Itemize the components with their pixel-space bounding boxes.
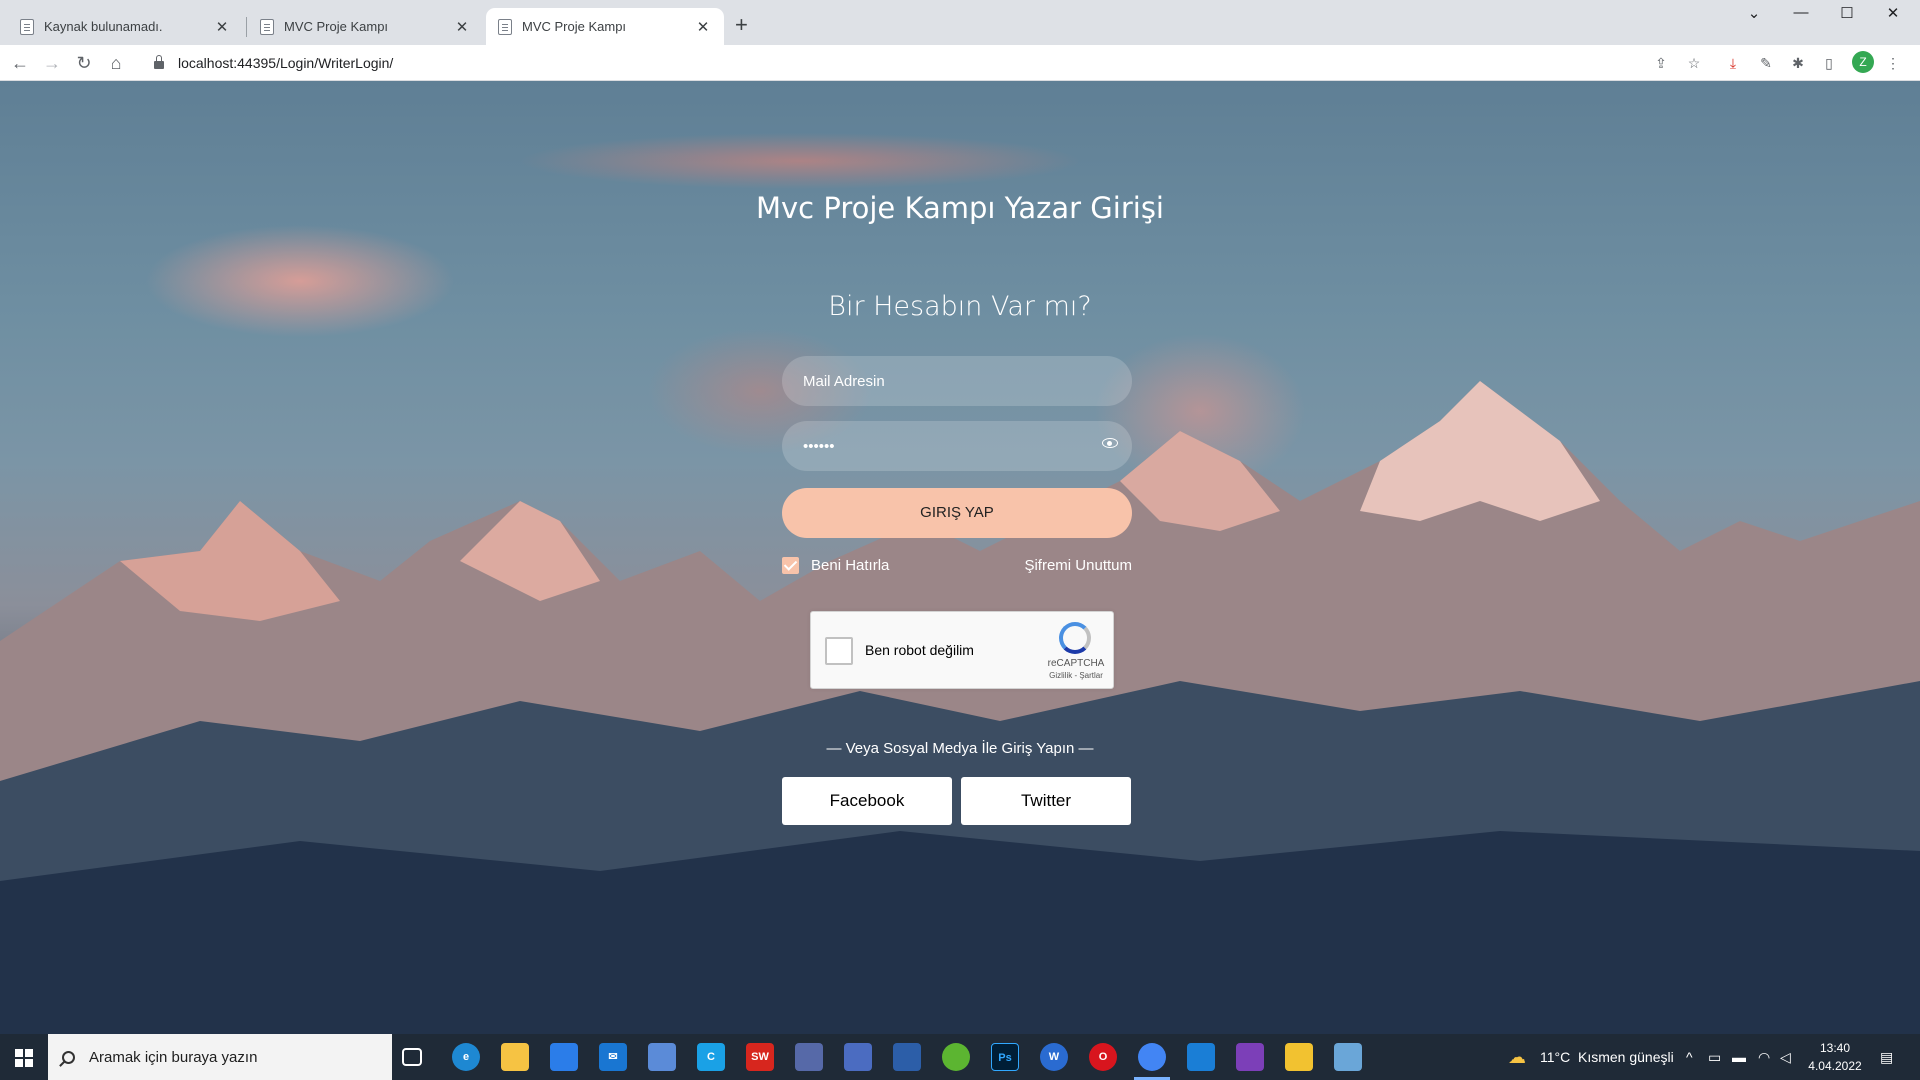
close-icon[interactable]: ✕ [453,18,471,36]
recaptcha-terms-link[interactable]: Gizlilik - Şartlar [1043,671,1109,680]
windows-logo-icon [15,1059,23,1067]
page-icon [260,18,274,35]
profile-avatar[interactable]: Z [1852,51,1874,73]
store-icon[interactable] [550,1043,578,1071]
vscode-icon[interactable] [1187,1043,1215,1071]
remember-checkbox[interactable] [782,557,799,574]
maximize-icon[interactable]: ☐ [1827,4,1867,22]
windows-logo-icon [15,1049,23,1057]
tab-mvc-proje-kampi-active[interactable]: MVC Proje Kampı ✕ [486,8,724,45]
notifications-icon[interactable]: ▤ [1880,1034,1893,1080]
side-panel-icon[interactable]: ▯ [1820,54,1838,72]
tab-kaynak-bulunamadi[interactable]: Kaynak bulunamadı. ✕ [8,8,243,45]
recaptcha-brand: reCAPTCHA [1047,658,1105,669]
weather-desc[interactable]: Kısmen güneşli [1578,1034,1674,1080]
close-icon[interactable]: ✕ [694,18,712,36]
browser-tab-bar: Kaynak bulunamadı. ✕ MVC Proje Kampı ✕ M… [0,0,1920,45]
new-tab-button[interactable]: + [735,12,748,38]
bookmark-star-icon[interactable]: ☆ [1685,54,1703,72]
visual-studio-icon[interactable] [1236,1043,1264,1071]
twitter-login-button[interactable]: Twitter [961,777,1131,825]
page-icon [20,18,34,35]
close-icon[interactable]: ✕ [213,18,231,36]
taskbar-search-placeholder: Aramak için buraya yazın [89,1048,258,1066]
reload-icon[interactable]: ↻ [72,51,96,75]
windows-logo-icon [25,1049,33,1057]
app-yellow-icon[interactable] [1285,1043,1313,1071]
clock-date: 4.04.2022 [1808,1059,1862,1073]
mail-icon[interactable]: ✉ [599,1043,627,1071]
address-bar[interactable]: localhost:44395/Login/WriterLogin/ [142,49,1652,77]
weather-icon[interactable]: ☁ [1508,1034,1526,1080]
tab-mvc-proje-kampi[interactable]: MVC Proje Kampı ✕ [248,8,483,45]
windows-logo-icon [25,1059,33,1067]
share-icon[interactable]: ⇪ [1652,54,1670,72]
clock-time: 13:40 [1819,1041,1851,1055]
weather-temp[interactable]: 11°C [1540,1034,1570,1080]
login-subheading: Bir Hesabın Var mı? [828,291,1092,322]
show-hidden-icons-icon[interactable]: ^ [1686,1034,1693,1080]
start-button[interactable] [0,1034,48,1080]
window-close-icon[interactable]: ✕ [1873,4,1913,22]
app-green-icon[interactable] [942,1043,970,1071]
tab-title: Kaynak bulunamadı. [44,19,163,34]
opera-icon[interactable]: O [1089,1043,1117,1071]
login-heading: Mvc Proje Kampı Yazar Girişi [756,191,1164,225]
lock-icon[interactable] [154,55,164,69]
volume-icon[interactable]: ◁ [1780,1034,1791,1080]
home-icon[interactable]: ⌂ [104,51,128,75]
back-icon[interactable]: ← [8,51,32,75]
taskbar-search[interactable]: Aramak için buraya yazın [48,1034,392,1080]
app-box-icon[interactable] [844,1043,872,1071]
search-icon [62,1050,75,1064]
notepad-icon[interactable] [1334,1043,1362,1071]
app-icon[interactable] [648,1043,676,1071]
file-explorer-icon[interactable] [501,1043,529,1071]
menu-icon[interactable]: ⋮ [1884,54,1902,72]
recaptcha-widget: Ben robot değilim reCAPTCHA Gizlilik - Ş… [810,611,1114,689]
remember-me[interactable]: Beni Hatırla [782,557,889,574]
wordpad-icon[interactable]: W [1040,1043,1068,1071]
battery-icon[interactable]: ▬ [1732,1034,1746,1080]
password-value: •••••• [803,437,835,455]
chrome-icon[interactable] [1138,1043,1166,1071]
extensions-icon[interactable]: ✱ [1789,54,1807,72]
show-password-icon[interactable] [1102,438,1118,448]
tab-search-icon[interactable]: ⌄ [1734,4,1774,22]
forward-icon[interactable]: → [40,51,64,75]
solidworks-icon[interactable]: SW [746,1043,774,1071]
remember-label: Beni Hatırla [811,557,890,574]
forgot-password-link[interactable]: Şifremi Unuttum [1000,557,1132,574]
recaptcha-checkbox[interactable] [825,637,853,665]
wifi-icon[interactable]: ◠ [1758,1034,1770,1080]
meet-icon[interactable]: ▭ [1708,1034,1721,1080]
password-field[interactable]: •••••• [782,421,1132,471]
url-text: localhost:44395/Login/WriterLogin/ [178,55,394,71]
page-icon [498,18,512,35]
edge-icon[interactable]: e [452,1043,480,1071]
calculator-app-icon[interactable] [893,1043,921,1071]
browser-toolbar: ← → ↻ ⌂ localhost:44395/Login/WriterLogi… [0,45,1920,81]
network-app-icon[interactable] [795,1043,823,1071]
login-button[interactable]: GIRIŞ YAP [782,488,1132,538]
download-icon[interactable]: ⤓ [1724,54,1742,72]
clock[interactable]: 13:40 4.04.2022 [1800,1039,1870,1075]
login-page: Mvc Proje Kampı Yazar Girişi Bir Hesabın… [0,81,1920,1034]
tab-separator [246,17,247,37]
tab-title: MVC Proje Kampı [284,19,389,34]
social-login-text: — Veya Sosyal Medya İle Giriş Yapın — [826,740,1094,757]
eyedropper-icon[interactable]: ✎ [1757,54,1775,72]
ccleaner-icon[interactable]: C [697,1043,725,1071]
facebook-login-button[interactable]: Facebook [782,777,952,825]
email-field[interactable]: Mail Adresin [782,356,1132,406]
photoshop-icon[interactable]: Ps [991,1043,1019,1071]
tab-title: MVC Proje Kampı [522,19,627,34]
recaptcha-label: Ben robot değilim [865,642,974,658]
minimize-icon[interactable]: — [1781,4,1821,21]
task-view-icon[interactable] [402,1048,422,1066]
recaptcha-logo-icon [1059,622,1091,654]
windows-taskbar: Aramak için buraya yazın e ✉ C SW Ps W O… [0,1034,1920,1080]
